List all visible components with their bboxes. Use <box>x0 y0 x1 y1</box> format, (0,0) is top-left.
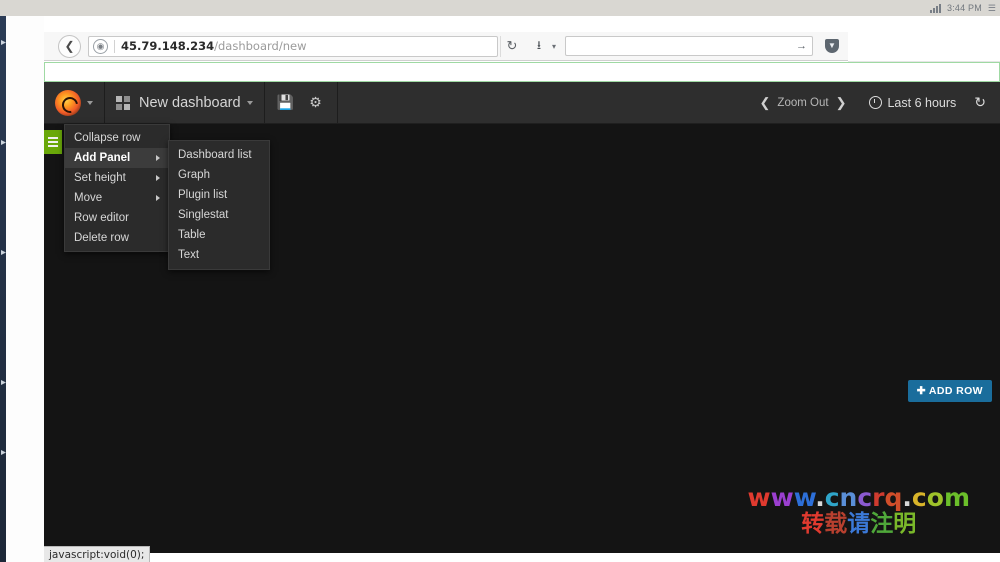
chevron-down-icon[interactable] <box>246 100 253 105</box>
tray-icon[interactable]: ☰ <box>988 3 996 14</box>
chevron-right-icon <box>156 195 160 201</box>
dashboard-actions: 💾 ⚙ <box>265 82 338 123</box>
search-input[interactable]: → <box>565 36 813 56</box>
add-panel-submenu-item[interactable]: Dashboard list <box>169 145 269 165</box>
url-bar[interactable]: ◉ 45.79.148.234/dashboard/new <box>88 35 498 57</box>
browser-toolbar: ❮ ◉ 45.79.148.234/dashboard/new ↻ ⭳ ▾ → … <box>44 32 848 61</box>
row-menu-item-label: Add Panel <box>74 152 131 164</box>
row-menu-item[interactable]: Add Panel <box>65 148 169 168</box>
browser-titlebar <box>44 16 1000 32</box>
watermark-letter: w <box>747 482 771 512</box>
chevron-left-icon[interactable]: ❮ <box>753 95 778 111</box>
add-panel-submenu-item[interactable]: Text <box>169 245 269 265</box>
shield-icon[interactable]: ▼ <box>820 34 844 58</box>
watermark-letter: w <box>793 482 816 512</box>
grafana-home-menu[interactable] <box>44 82 105 123</box>
plus-icon: ✚ <box>916 385 926 397</box>
watermark-letter: . <box>902 482 912 512</box>
chevron-right-icon[interactable]: ❯ <box>829 95 854 111</box>
notification-bar <box>44 62 1000 82</box>
row-menu-item-label: Move <box>74 192 103 204</box>
chevron-right-icon <box>156 175 160 181</box>
watermark-letter: o <box>926 482 944 512</box>
add-panel-submenu-item[interactable]: Table <box>169 225 269 245</box>
taskbar-clock[interactable]: 3:44 PM <box>947 3 982 13</box>
arrow-right-icon[interactable]: → <box>796 40 807 52</box>
add-row-button[interactable]: ✚ ADD ROW <box>907 380 992 402</box>
clock-icon <box>869 96 883 109</box>
grafana-logo-icon[interactable] <box>55 89 81 116</box>
grafana-app: New dashboard 💾 ⚙ ❮ Zoom Out ❯ Last 6 ho… <box>44 82 1000 553</box>
watermark-url: www.cncrq.com <box>747 482 970 512</box>
url-path: /dashboard/new <box>214 39 307 53</box>
navbar-right-controls: ❮ Zoom Out ❯ Last 6 hours ↻ <box>753 82 1000 123</box>
system-taskbar: 3:44 PM ☰ <box>0 0 1000 16</box>
browser-window: ❮ ◉ 45.79.148.234/dashboard/new ↻ ⭳ ▾ → … <box>44 16 1000 562</box>
row-menu-item-label: Delete row <box>74 232 129 244</box>
desktop-left-pane <box>6 0 44 562</box>
dashboard-grid-icon <box>116 95 130 110</box>
chevron-down-icon[interactable] <box>87 100 93 105</box>
dashboard-body: Collapse row Add Panel Set height Move Row e… <box>44 124 1000 553</box>
watermark-letter: 载 <box>824 510 848 537</box>
url-host: 45.79.148.234 <box>121 39 215 53</box>
watermark-letter: r <box>872 482 885 512</box>
time-range-label: Last 6 hours <box>887 95 957 110</box>
watermark-letter: 请 <box>847 510 871 537</box>
dashboard-title: New dashboard <box>139 94 241 111</box>
refresh-icon[interactable]: ↻ <box>974 94 986 111</box>
row-menu-item-label: Set height <box>74 172 126 184</box>
taskbar-tray: 3:44 PM ☰ <box>930 0 996 16</box>
watermark: www.cncrq.com 转载请注明 <box>747 482 970 536</box>
row-context-menu: Collapse row Add Panel Set height Move Row e… <box>64 124 170 252</box>
watermark-letter: 明 <box>893 510 917 537</box>
watermark-letter: q <box>884 482 903 512</box>
browser-status-bar: javascript:void(0); <box>44 546 1000 562</box>
signal-bars-icon[interactable] <box>930 3 941 13</box>
watermark-letter: 转 <box>801 510 825 537</box>
reload-icon[interactable]: ↻ <box>500 35 523 57</box>
url-text: 45.79.148.234/dashboard/new <box>121 39 306 53</box>
save-floppy-icon[interactable]: 💾 <box>271 82 301 123</box>
add-panel-submenu: Dashboard list Graph Plugin list Singlestat… <box>168 140 270 270</box>
back-arrow-icon[interactable]: ❮ <box>58 34 81 58</box>
chevron-right-icon <box>156 155 160 161</box>
watermark-letter: 注 <box>870 510 894 537</box>
url-divider <box>114 39 115 53</box>
watermark-letter: w <box>770 482 794 512</box>
watermark-letter: c <box>824 482 840 512</box>
add-panel-submenu-item[interactable]: Graph <box>169 165 269 185</box>
chevron-down-icon[interactable]: ▾ <box>549 36 559 57</box>
download-icon[interactable]: ⭳ <box>529 36 549 57</box>
gear-icon[interactable]: ⚙ <box>301 82 331 123</box>
browser-toolbar-filler <box>848 32 1000 62</box>
add-panel-submenu-item[interactable]: Singlestat <box>169 205 269 225</box>
status-bar-text: javascript:void(0); <box>44 546 151 562</box>
row-menu-item[interactable]: Delete row <box>65 228 169 248</box>
watermark-subtitle: 转载请注明 <box>747 512 970 536</box>
time-range-picker[interactable]: Last 6 hours <box>869 96 956 110</box>
watermark-letter: c <box>857 482 873 512</box>
row-menu-item[interactable]: Move <box>65 188 169 208</box>
row-menu-item-label: Collapse row <box>74 132 141 144</box>
watermark-letter: c <box>911 482 927 512</box>
row-menu-item[interactable]: Collapse row <box>65 128 169 148</box>
zoom-out-button[interactable]: Zoom Out <box>777 97 828 109</box>
grafana-navbar: New dashboard 💾 ⚙ ❮ Zoom Out ❯ Last 6 ho… <box>44 82 1000 124</box>
row-menu-item-label: Row editor <box>74 212 129 224</box>
add-panel-submenu-item[interactable]: Plugin list <box>169 185 269 205</box>
row-menu-item[interactable]: Row editor <box>65 208 169 228</box>
dashboard-picker[interactable]: New dashboard <box>105 82 265 123</box>
watermark-letter: m <box>943 482 970 512</box>
watermark-letter: . <box>815 482 825 512</box>
row-menu-hamburger-icon[interactable] <box>44 130 62 154</box>
row-menu-item[interactable]: Set height <box>65 168 169 188</box>
globe-icon[interactable]: ◉ <box>93 38 108 54</box>
watermark-letter: n <box>839 482 858 512</box>
add-row-label: ADD ROW <box>928 385 983 397</box>
